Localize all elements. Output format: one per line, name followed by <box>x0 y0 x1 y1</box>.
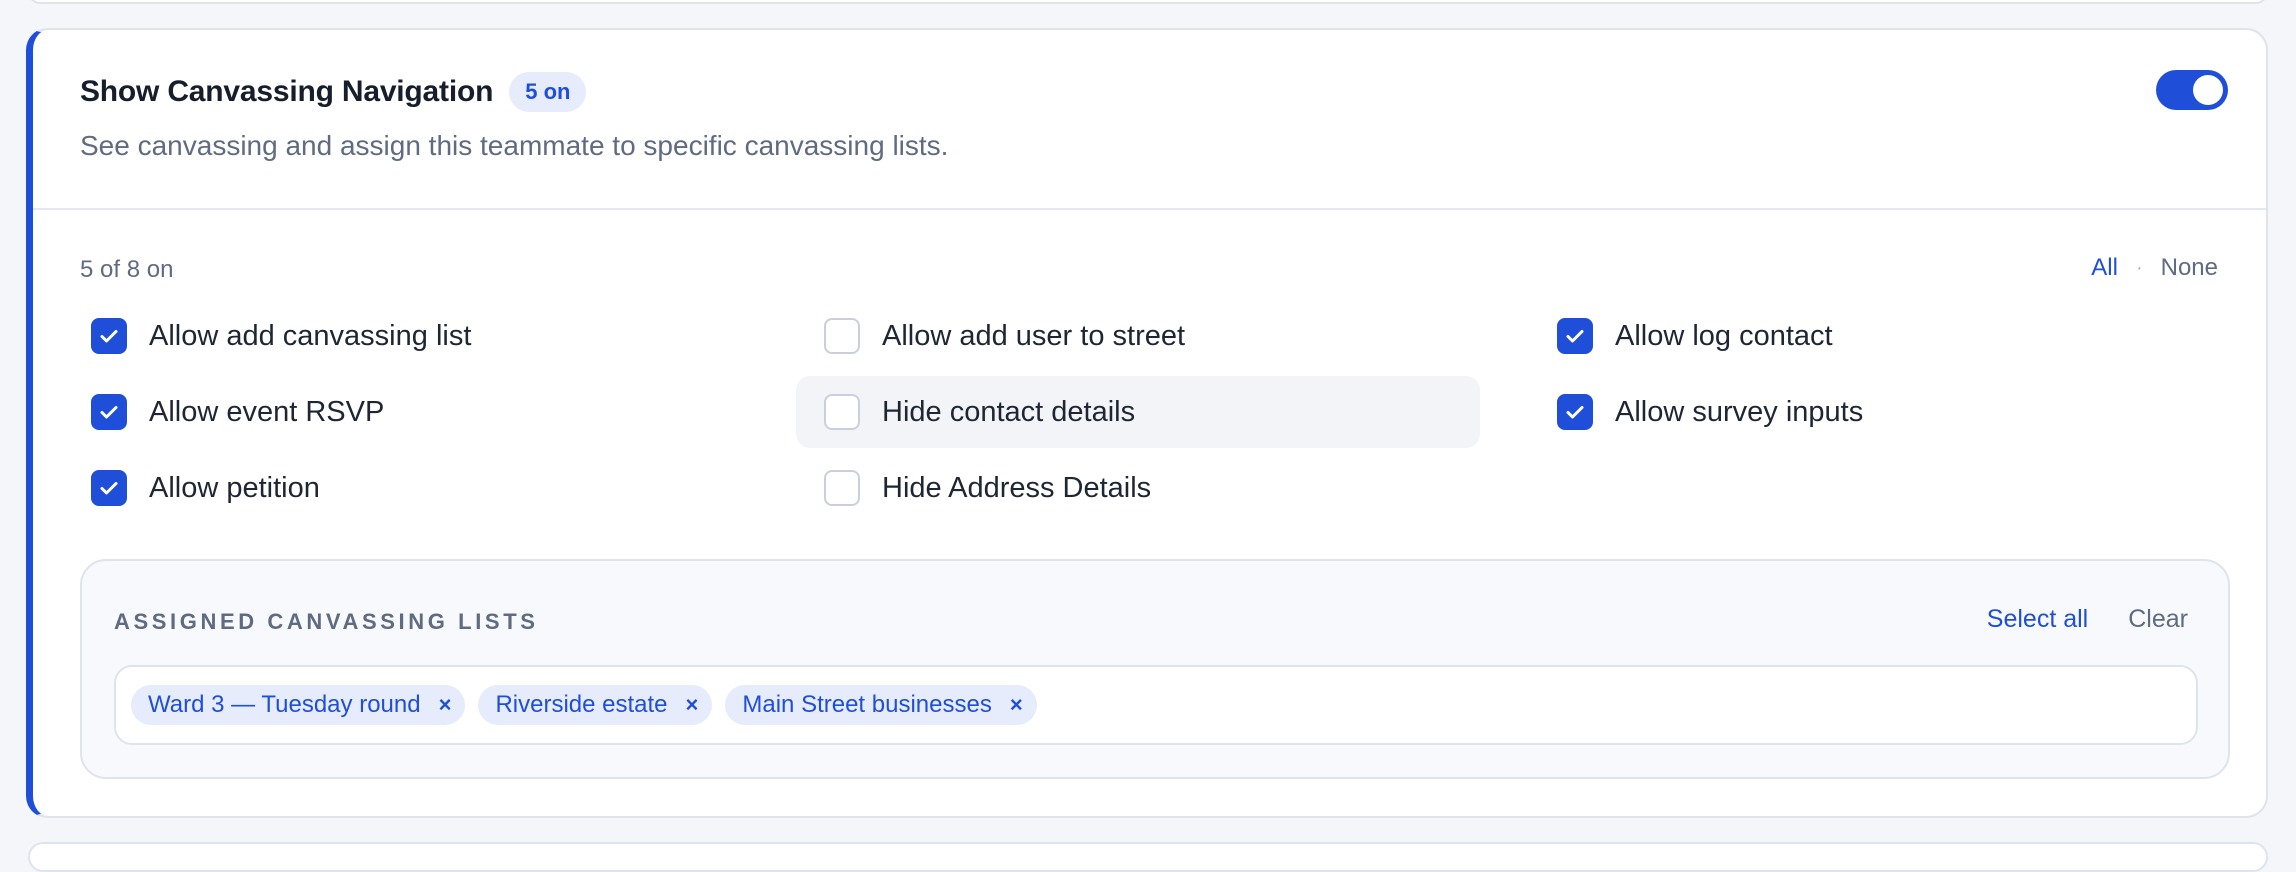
checkbox-unchecked[interactable] <box>824 394 860 430</box>
card-body: 5 of 8 on All · None Allow add canvassin… <box>33 30 2268 818</box>
checkbox-checked[interactable] <box>91 470 127 506</box>
assigned-lists-panel: ASSIGNED CANVASSING LISTS Select all Cle… <box>80 559 2230 779</box>
permission-label: Allow log contact <box>1615 319 1833 352</box>
list-chip: Riverside estate × <box>478 685 713 725</box>
permission-label: Hide contact details <box>882 395 1136 428</box>
permission-allow-add-canvassing-list[interactable]: Allow add canvassing list <box>63 300 747 372</box>
checkbox-unchecked[interactable] <box>824 470 860 506</box>
permission-label: Hide Address Details <box>882 471 1152 504</box>
check-icon <box>1566 330 1584 343</box>
list-chip: Main Street businesses × <box>725 685 1037 725</box>
assigned-lists-actions: Select all Clear <box>1987 605 2188 634</box>
checkbox-unchecked[interactable] <box>824 318 860 354</box>
permission-label: Allow event RSVP <box>149 395 385 428</box>
check-icon <box>1566 406 1584 419</box>
chip-remove-icon[interactable]: × <box>1010 692 1023 718</box>
checkbox-checked[interactable] <box>91 394 127 430</box>
permission-allow-event-rsvp[interactable]: Allow event RSVP <box>63 376 747 448</box>
checkbox-checked[interactable] <box>1557 394 1593 430</box>
assigned-lists-input[interactable]: Ward 3 — Tuesday round × Riverside estat… <box>114 665 2198 745</box>
permission-allow-petition[interactable]: Allow petition <box>63 452 747 524</box>
permission-allow-add-user-to-street[interactable]: Allow add user to street <box>796 300 1480 372</box>
assigned-lists-heading: ASSIGNED CANVASSING LISTS <box>114 609 539 634</box>
chip-remove-icon[interactable]: × <box>439 692 452 718</box>
permission-label: Allow petition <box>149 471 320 504</box>
chip-label: Riverside estate <box>495 691 668 718</box>
select-all-lists-button[interactable]: Select all <box>1987 605 2088 634</box>
permission-label: Allow add user to street <box>882 319 1186 352</box>
check-icon <box>100 330 118 343</box>
permission-allow-survey-inputs[interactable]: Allow survey inputs <box>1529 376 2213 448</box>
chip-label: Ward 3 — Tuesday round <box>148 691 421 718</box>
check-icon <box>100 406 118 419</box>
list-chip: Ward 3 — Tuesday round × <box>131 685 466 725</box>
checkbox-checked[interactable] <box>1557 318 1593 354</box>
next-card-edge <box>28 842 2268 872</box>
chip-label: Main Street businesses <box>742 691 992 718</box>
permission-hide-contact-details[interactable]: Hide contact details <box>796 376 1480 448</box>
permission-hide-address-details[interactable]: Hide Address Details <box>796 452 1480 524</box>
clear-lists-button[interactable]: Clear <box>2128 605 2188 634</box>
chip-remove-icon[interactable]: × <box>686 692 699 718</box>
previous-card-edge <box>28 0 2268 4</box>
check-icon <box>100 482 118 495</box>
permission-allow-log-contact[interactable]: Allow log contact <box>1529 300 2213 372</box>
permission-label: Allow survey inputs <box>1615 395 1864 428</box>
permission-label: Allow add canvassing list <box>149 319 472 352</box>
checkbox-checked[interactable] <box>91 318 127 354</box>
